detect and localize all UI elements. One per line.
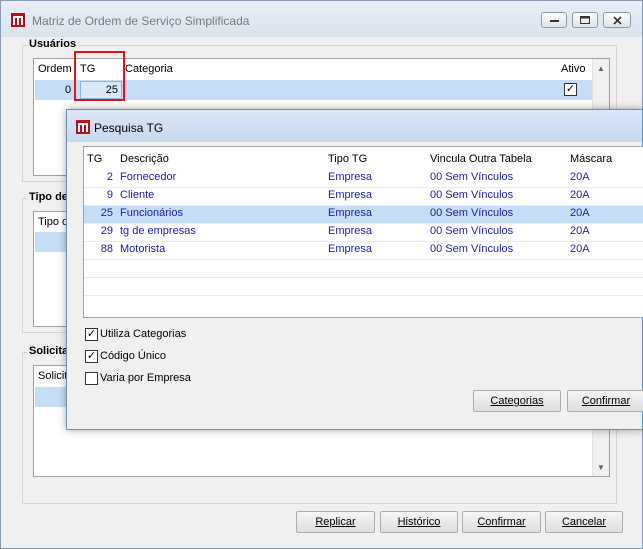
tg-cell-tg: 9: [106, 189, 113, 201]
app-logo-icon: [11, 13, 25, 27]
tg-cell-vincula: 00 Sem Vínculos: [430, 225, 514, 237]
tg-cell-tipo: Empresa: [328, 207, 373, 219]
tg-cell-vincula: 00 Sem Vínculos: [430, 243, 514, 255]
tg-highlight-box: [74, 51, 125, 101]
tg-cell-mascara: 20A: [570, 243, 590, 255]
option-checkbox[interactable]: ✓: [85, 350, 98, 363]
tg-cell-descricao: Fornecedor: [120, 171, 177, 183]
maximize-button[interactable]: [572, 12, 598, 28]
close-icon: [612, 15, 622, 25]
dialog-title-bar: Pesquisa TG: [67, 110, 642, 142]
dialog-logo-icon: [76, 120, 90, 134]
tg-row[interactable]: 29 tg de empresas Empresa 00 Sem Vínculos 20…: [84, 223, 643, 241]
window-title: Matriz de Ordem de Serviço Simplificada: [32, 14, 250, 28]
col-descricao-header[interactable]: Descrição: [120, 153, 169, 165]
usuarios-group-title: Usuários: [27, 38, 79, 50]
tg-search-grid[interactable]: TG Descrição Tipo TG Vincula Outra Tabel…: [83, 146, 643, 318]
scroll-down-icon[interactable]: ▼: [597, 463, 605, 472]
title-bar: Matriz de Ordem de Serviço Simplificada: [1, 1, 642, 37]
row-divider: [84, 187, 643, 188]
tg-cell-vincula: 00 Sem Vínculos: [430, 189, 514, 201]
dialog-confirmar-button[interactable]: Confirmar: [567, 390, 643, 412]
scroll-up-icon[interactable]: ▲: [597, 64, 605, 73]
row-divider: [84, 295, 643, 296]
cancelar-button[interactable]: Cancelar: [545, 511, 623, 533]
maximize-icon: [580, 16, 590, 24]
col-mascara-header[interactable]: Máscara: [570, 153, 612, 165]
minimize-icon: [549, 19, 559, 22]
tg-cell-descricao: Motorista: [120, 243, 166, 255]
pesquisa-tg-dialog: Pesquisa TG TG Descrição Tipo TG Vincula…: [66, 109, 643, 430]
row-divider: [84, 277, 643, 278]
tg-cell-tipo: Empresa: [328, 171, 373, 183]
tg-cell-descricao: Cliente: [120, 189, 155, 201]
option-checkbox-label[interactable]: Utiliza Categorias: [100, 328, 186, 340]
tg-cell-descricao: Funcionários: [120, 207, 183, 219]
historico-button[interactable]: Histórico: [380, 511, 458, 533]
col-tg-header[interactable]: TG: [87, 153, 102, 165]
tg-cell-tg: 25: [100, 207, 113, 219]
col-tipo-header[interactable]: Tipo TG: [328, 153, 367, 165]
row-divider: [84, 223, 643, 224]
tg-cell-tg: 29: [100, 225, 113, 237]
col-categoria-header[interactable]: Categoria: [125, 63, 173, 75]
tipo-group-title: Tipo de: [27, 191, 70, 203]
replicar-button[interactable]: Replicar: [296, 511, 375, 533]
tg-cell-tipo: Empresa: [328, 225, 373, 237]
tg-cell-descricao: tg de empresas: [120, 225, 196, 237]
col-ativo-header[interactable]: Ativo: [561, 63, 585, 75]
row-divider: [84, 259, 643, 260]
tg-cell-mascara: 20A: [570, 171, 590, 183]
tg-row[interactable]: 88 Motorista Empresa 00 Sem Vínculos 20A: [84, 241, 643, 259]
col-ordem-header[interactable]: Ordem: [38, 63, 72, 75]
ativo-checkbox[interactable]: ✓: [564, 83, 577, 96]
option-checkbox-label[interactable]: Código Único: [100, 350, 166, 362]
tg-cell-tipo: Empresa: [328, 189, 373, 201]
tg-cell-mascara: 20A: [570, 207, 590, 219]
usuarios-row-ordem: 0: [65, 84, 72, 96]
option-checkbox[interactable]: [85, 372, 98, 385]
tg-cell-tg: 88: [100, 243, 113, 255]
close-button[interactable]: [603, 12, 631, 28]
col-vincula-header[interactable]: Vincula Outra Tabela: [430, 153, 532, 165]
tg-cell-tg: 2: [106, 171, 113, 183]
option-checkbox[interactable]: ✓: [85, 328, 98, 341]
solicita-group-title: Solicita: [27, 345, 71, 357]
tg-cell-vincula: 00 Sem Vínculos: [430, 171, 514, 183]
tg-row[interactable]: 25 Funcionários Empresa 00 Sem Vínculos 20A: [84, 205, 643, 223]
dialog-title: Pesquisa TG: [94, 121, 164, 135]
minimize-button[interactable]: [541, 12, 567, 28]
tg-cell-tipo: Empresa: [328, 243, 373, 255]
tg-cell-mascara: 20A: [570, 225, 590, 237]
row-divider: [84, 205, 643, 206]
confirmar-button[interactable]: Confirmar: [462, 511, 541, 533]
tg-cell-mascara: 20A: [570, 189, 590, 201]
tg-row[interactable]: 9 Cliente Empresa 00 Sem Vínculos 20A: [84, 187, 643, 205]
row-divider: [84, 241, 643, 242]
categorias-button[interactable]: Categorias: [473, 390, 561, 412]
tg-cell-vincula: 00 Sem Vínculos: [430, 207, 514, 219]
tg-grid-header: TG Descrição Tipo TG Vincula Outra Tabel…: [84, 147, 643, 167]
option-checkbox-label[interactable]: Varia por Empresa: [100, 372, 191, 384]
tg-row[interactable]: 2 Fornecedor Empresa 00 Sem Vínculos 20A: [84, 169, 643, 187]
